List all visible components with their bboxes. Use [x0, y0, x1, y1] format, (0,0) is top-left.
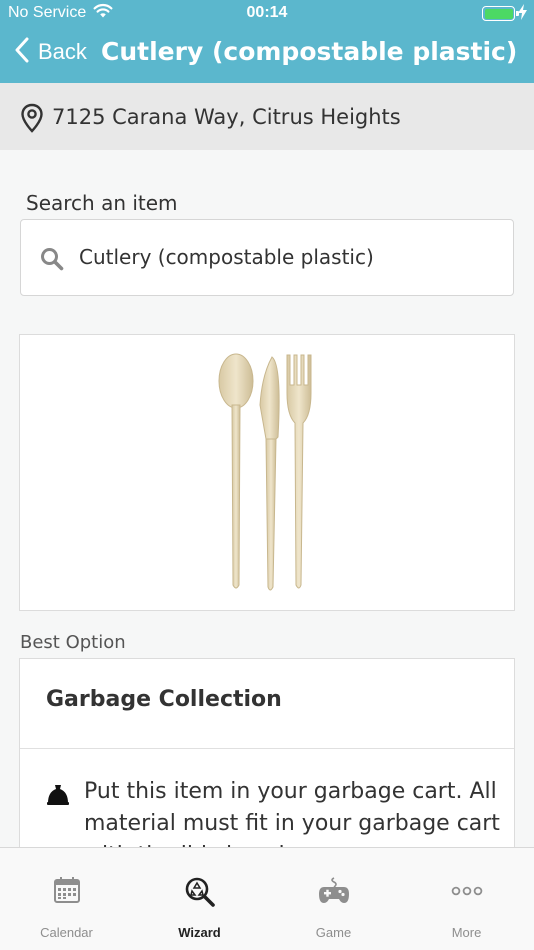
- charging-bolt-icon: [518, 4, 527, 25]
- option-title: Garbage Collection: [46, 687, 282, 712]
- tab-calendar-label: Calendar: [40, 925, 93, 940]
- location-pin-icon: [20, 103, 44, 137]
- tab-more-label: More: [451, 925, 482, 940]
- search-input[interactable]: Cutlery (compostable plastic): [20, 219, 514, 296]
- search-value: Cutlery (compostable plastic): [79, 245, 374, 269]
- battery-icon: [482, 6, 519, 21]
- gamepad-icon: [318, 876, 350, 910]
- tab-game-label: Game: [315, 925, 352, 940]
- clock: 00:14: [246, 4, 288, 21]
- tab-game[interactable]: Game: [267, 848, 400, 950]
- tab-more[interactable]: More: [400, 848, 533, 950]
- chevron-left-icon: [14, 37, 30, 67]
- garbage-bag-icon: [46, 784, 70, 810]
- spoon-shape: [218, 353, 254, 589]
- best-option-label: Best Option: [20, 632, 126, 653]
- tab-wizard-label: Wizard: [178, 925, 221, 940]
- status-bar: No Service 00:14: [0, 0, 534, 27]
- back-button[interactable]: Back: [14, 37, 87, 67]
- search-label: Search an item: [26, 191, 178, 215]
- wizard-search-icon: [184, 876, 216, 912]
- calendar-icon: [53, 876, 81, 908]
- tab-wizard[interactable]: Wizard: [133, 848, 266, 950]
- search-icon: [40, 247, 64, 275]
- page-title: Cutlery (compostable plastic): [101, 37, 518, 66]
- more-dots-icon: [451, 876, 483, 910]
- item-image-card: [19, 334, 515, 611]
- address-text: 7125 Carana Way, Citrus Heights: [52, 105, 401, 129]
- navigation-bar: Back Cutlery (compostable plastic): [0, 27, 534, 83]
- back-label: Back: [38, 39, 87, 64]
- app-header: No Service 00:14 Back Cutlery (compostab…: [0, 0, 534, 83]
- knife-shape: [259, 356, 280, 591]
- divider: [20, 748, 514, 749]
- address-bar[interactable]: 7125 Carana Way, Citrus Heights: [0, 83, 534, 150]
- cutlery-image: [218, 353, 312, 591]
- tab-bar: Calendar Wizard Game More: [0, 847, 534, 950]
- fork-shape: [286, 354, 312, 589]
- tab-calendar[interactable]: Calendar: [0, 848, 133, 950]
